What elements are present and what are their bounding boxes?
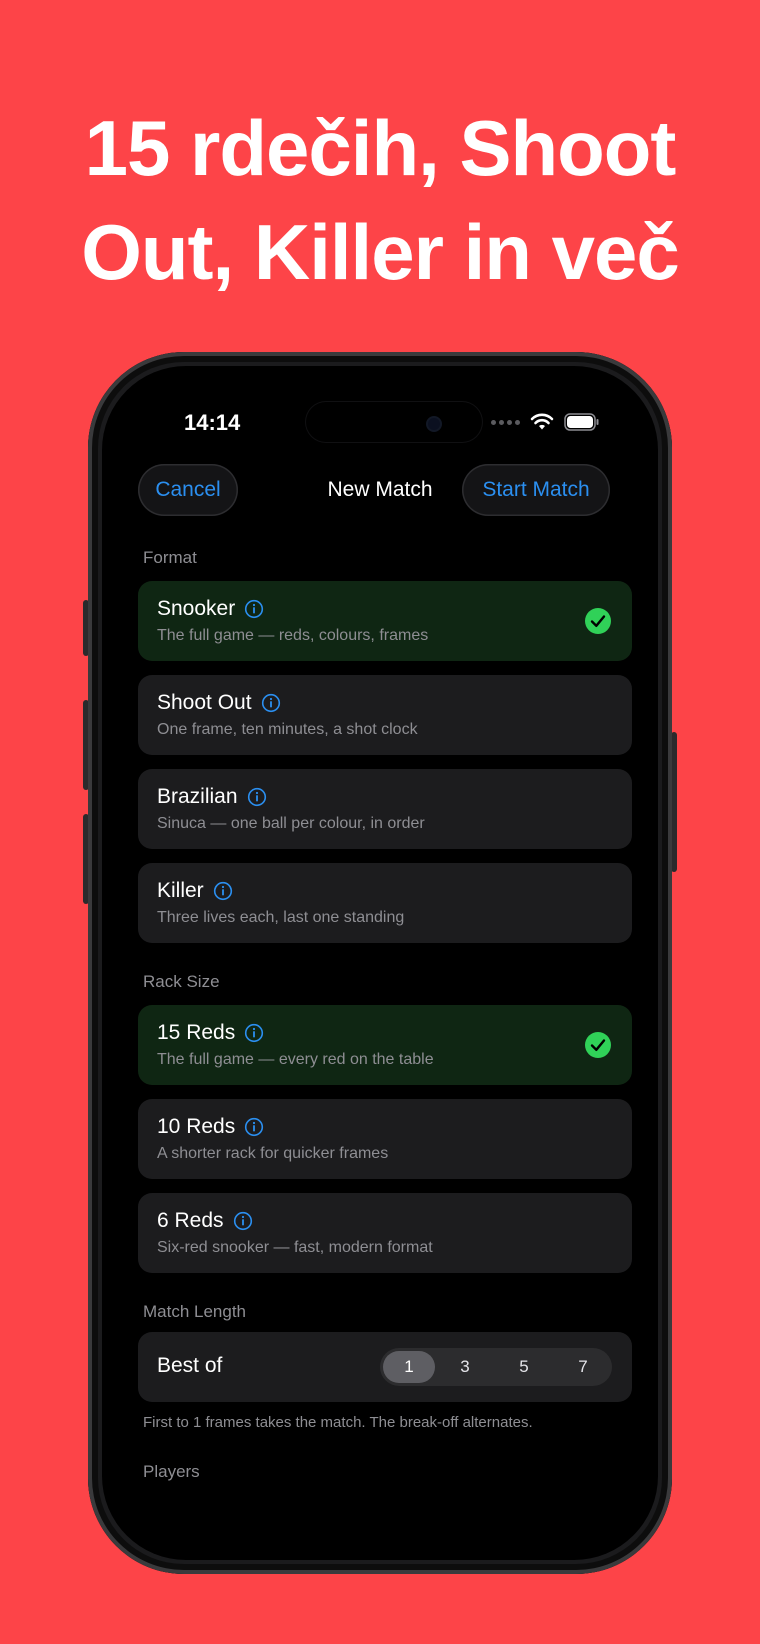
segment-3[interactable]: 3 <box>439 1351 491 1383</box>
option-title: Brazilian <box>157 785 238 808</box>
format-option-shoot-out[interactable]: Shoot Out One frame, ten minutes, a shot… <box>138 675 632 755</box>
rack-option-10-reds[interactable]: 10 Reds A shorter rack for quicker frame… <box>138 1099 632 1179</box>
section-label-match-length: Match Length <box>143 1302 247 1321</box>
section-label-players: Players <box>143 1462 200 1481</box>
segment-7[interactable]: 7 <box>557 1351 609 1383</box>
option-title: 6 Reds <box>157 1209 224 1232</box>
section-label-rack-size: Rack Size <box>143 972 220 991</box>
option-title: 10 Reds <box>157 1115 236 1138</box>
option-subtitle: Sinuca — one ball per colour, in order <box>157 815 425 832</box>
info-circle-icon[interactable] <box>233 1211 253 1231</box>
info-circle-icon[interactable] <box>247 787 267 807</box>
checkmark-circle-icon <box>585 608 611 634</box>
phone-screen: 14:14 Cancel New Match Start Match Forma… <box>102 366 658 1560</box>
card-title-row: Brazilian <box>157 785 267 809</box>
format-option-killer[interactable]: Killer Three lives each, last one standi… <box>138 863 632 943</box>
option-subtitle: One frame, ten minutes, a shot clock <box>157 721 418 738</box>
option-title: Shoot Out <box>157 691 252 714</box>
card-title-row: Snooker <box>157 597 264 621</box>
headline-line-2: Out, Killer in več <box>81 208 680 296</box>
card-title-row: Shoot Out <box>157 691 281 715</box>
option-subtitle: Six-red snooker — fast, modern format <box>157 1239 433 1256</box>
card-title-row: 6 Reds <box>157 1209 253 1233</box>
format-option-brazilian[interactable]: Brazilian Sinuca — one ball per colour, … <box>138 769 632 849</box>
phone-frame: 14:14 Cancel New Match Start Match Forma… <box>88 352 672 1574</box>
info-circle-icon[interactable] <box>213 881 233 901</box>
card-title-row: 15 Reds <box>157 1021 264 1045</box>
headline-line-1: 15 rdečih, Shoot <box>84 104 677 192</box>
card-title-row: 10 Reds <box>157 1115 264 1139</box>
checkmark-circle-icon <box>585 1032 611 1058</box>
format-option-snooker[interactable]: Snooker The full game — reds, colours, f… <box>138 581 632 661</box>
info-circle-icon[interactable] <box>244 599 264 619</box>
option-title: 15 Reds <box>157 1021 236 1044</box>
headline: 15 rdečih, Shoot Out, Killer in več <box>0 96 760 304</box>
option-title: Snooker <box>157 597 236 620</box>
info-circle-icon[interactable] <box>244 1023 264 1043</box>
best-of-row: Best of 1 3 5 7 <box>138 1332 632 1402</box>
option-subtitle: A shorter rack for quicker frames <box>157 1145 389 1162</box>
card-title-row: Killer <box>157 879 233 903</box>
new-match-sheet: Cancel New Match Start Match Format Snoo… <box>102 366 658 1560</box>
info-circle-icon[interactable] <box>244 1117 264 1137</box>
option-subtitle: Three lives each, last one standing <box>157 909 405 926</box>
option-title: Killer <box>157 879 204 902</box>
best-of-label: Best of <box>157 1354 223 1377</box>
option-subtitle: The full game — reds, colours, frames <box>157 627 429 644</box>
info-circle-icon[interactable] <box>261 693 281 713</box>
segment-5[interactable]: 5 <box>498 1351 550 1383</box>
match-length-footnote: First to 1 frames takes the match. The b… <box>143 1414 533 1431</box>
section-label-format: Format <box>143 548 197 567</box>
best-of-segmented-control[interactable]: 1 3 5 7 <box>380 1348 612 1386</box>
option-subtitle: The full game — every red on the table <box>157 1051 434 1068</box>
rack-option-15-reds[interactable]: 15 Reds The full game — every red on the… <box>138 1005 632 1085</box>
start-match-button[interactable]: Start Match <box>462 464 610 516</box>
rack-option-6-reds[interactable]: 6 Reds Six-red snooker — fast, modern fo… <box>138 1193 632 1273</box>
segment-1[interactable]: 1 <box>383 1351 435 1383</box>
